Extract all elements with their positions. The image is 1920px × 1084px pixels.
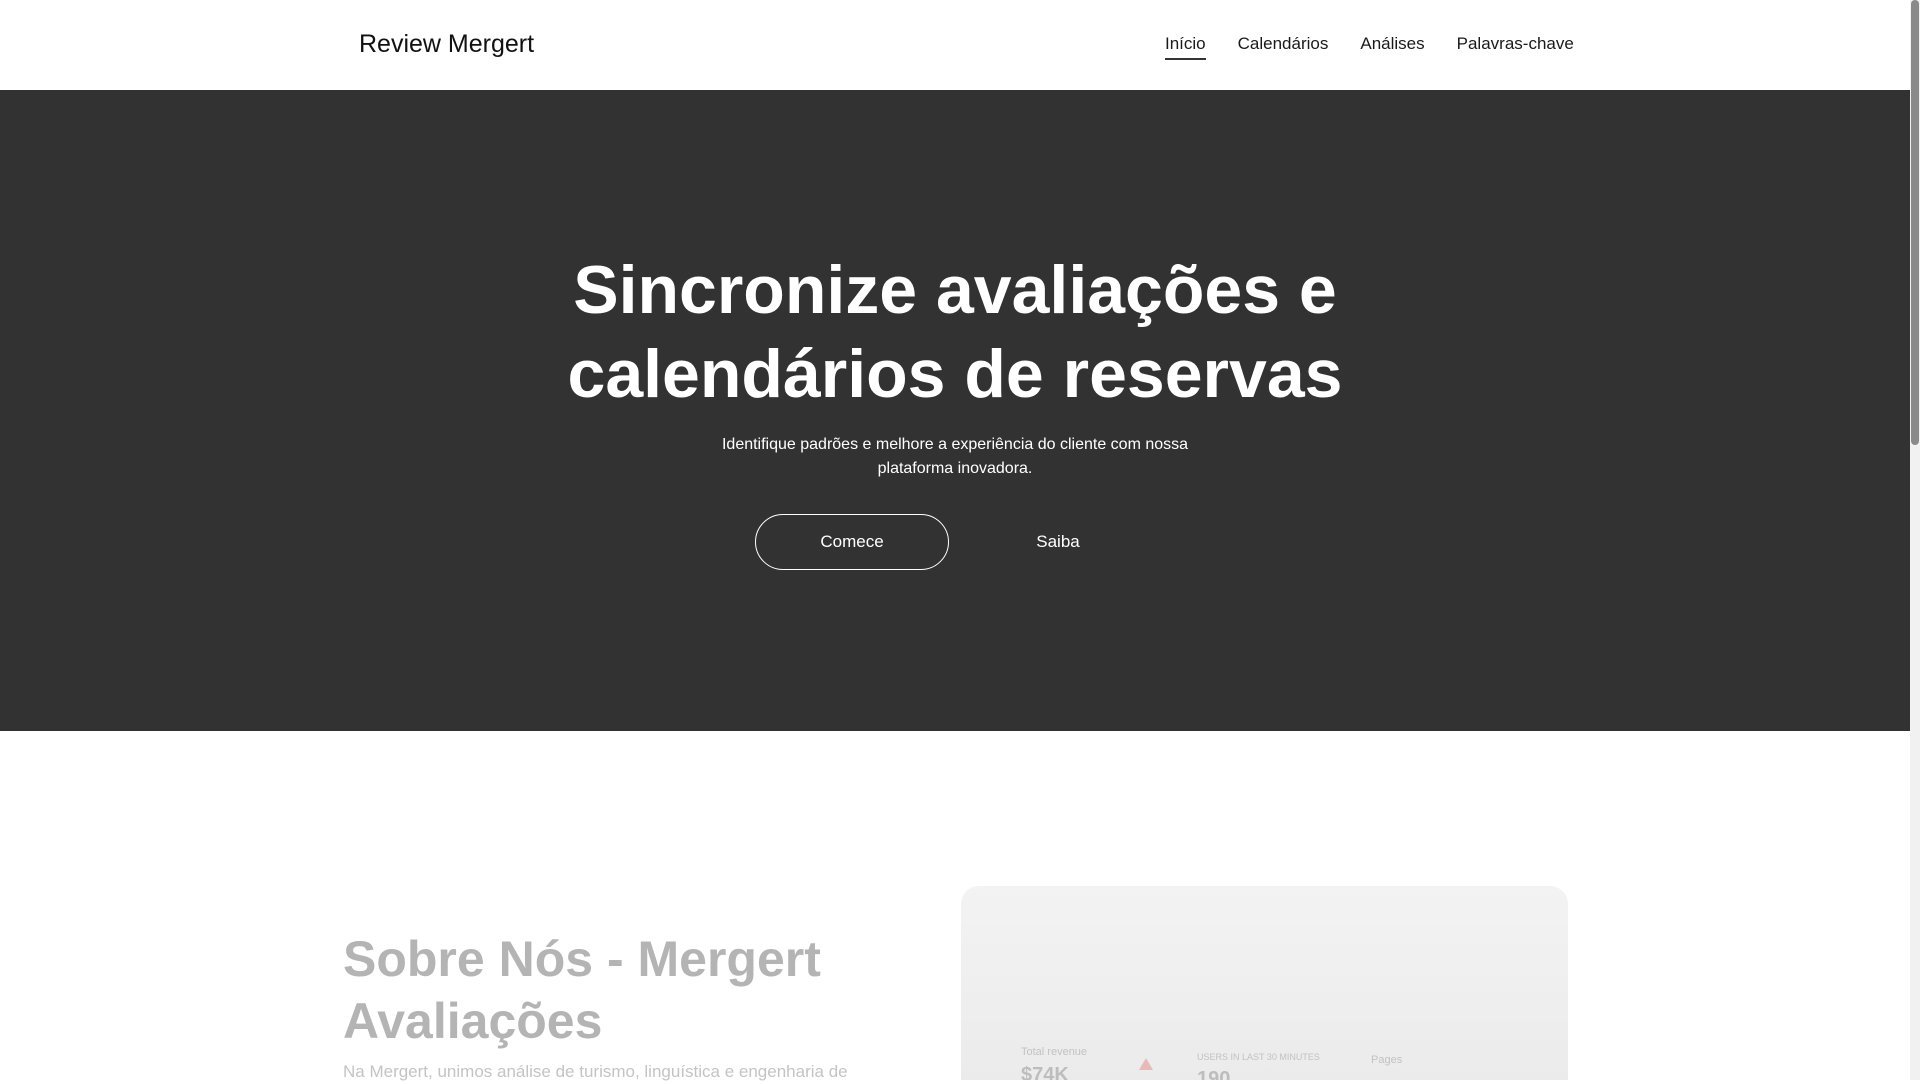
scrollbar-thumb[interactable] [1911,0,1919,445]
nav-link-inicio[interactable]: Início [1165,34,1206,60]
hero-section: Sincronize avaliações e calendários de r… [0,90,1910,731]
top-nav-bar: Review Mergert Início Calendários Anális… [0,0,1910,90]
users-value: 190 [1197,1068,1231,1080]
hero-subtitle: Identifique padrões e melhore a experiên… [721,436,1189,477]
pages-label: Pages [1371,1054,1403,1066]
about-title: Sobre Nós - Mergert Avaliações [343,931,821,1049]
nav-link-calendarios[interactable]: Calendários [1238,34,1329,60]
users-label: USERS IN LAST 30 MINUTES [1197,1052,1320,1062]
hero-title-line-1: Sincronize avaliações e [573,252,1337,328]
dashboard-preview-image: Total revenue $74K USERS IN LAST 30 MINU… [961,886,1568,1080]
brand-logo[interactable]: Review Mergert [359,30,534,59]
nav-link-palavras-chave[interactable]: Palavras-chave [1457,34,1574,60]
about-text: Na Mergert, unimos análise de turismo, l… [343,1062,848,1081]
hero-title: Sincronize avaliações e calendários de r… [0,248,1910,416]
total-revenue-label: Total revenue [1021,1046,1088,1058]
hero-title-line-2: calendários de reservas [567,336,1343,412]
learn-more-button[interactable]: Saiba [985,514,1131,570]
main-nav: Início Calendários Análises Palavras-cha… [1165,34,1574,60]
total-revenue-value: $74K [1021,1064,1069,1080]
nav-link-analises[interactable]: Análises [1360,34,1424,60]
warning-icon [1139,1058,1153,1070]
get-started-button[interactable]: Comece [755,514,949,570]
